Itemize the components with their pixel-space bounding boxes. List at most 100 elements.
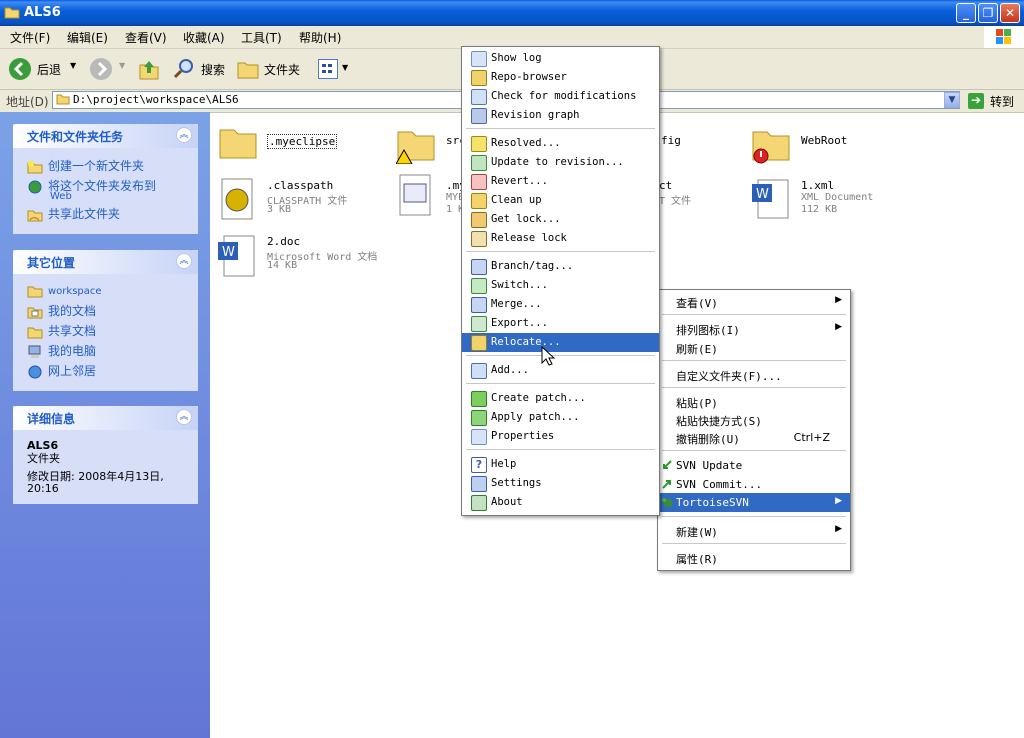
minimize-button[interactable]: _ [956, 3, 976, 23]
svn-relocate[interactable]: Relocate... [462, 333, 659, 352]
collapse-icon[interactable]: ︽ [176, 253, 192, 269]
ctx-customize[interactable]: 自定义文件夹(F)... [658, 365, 850, 384]
task-publish-web-label[interactable]: Web [50, 191, 72, 202]
svn-properties[interactable]: Properties [462, 427, 659, 446]
menu-tools[interactable]: 工具(T) [241, 29, 282, 46]
svn-check-modifications[interactable]: Check for modifications [462, 87, 659, 106]
ctx-view[interactable]: 查看(V) ▶ [658, 292, 850, 311]
go-button[interactable]: 转到 [990, 93, 1014, 110]
ctx-svn-commit[interactable]: SVN Commit... [658, 475, 850, 494]
place-my-documents[interactable]: 我的文档 [27, 302, 96, 319]
svn-revert[interactable]: Revert... [462, 172, 659, 191]
menu-view[interactable]: 查看(V) [125, 29, 167, 46]
ctx-paste[interactable]: 粘贴(P) [658, 392, 850, 411]
ctx-tortoisesvn[interactable]: TortoiseSVN ▶ [658, 493, 850, 512]
menu-favorites[interactable]: 收藏(A) [183, 29, 225, 46]
place-network[interactable]: 网上邻居 [27, 362, 96, 379]
network-globe-icon [27, 365, 43, 379]
svn-branch-tag[interactable]: Branch/tag... [462, 257, 659, 276]
svn-show-log[interactable]: Show log [462, 49, 659, 68]
file-size: 14 KB [267, 260, 298, 271]
svn-revision-graph[interactable]: Revision graph [462, 106, 659, 125]
file-name[interactable]: 2.doc [267, 235, 300, 248]
create-patch-icon [471, 391, 487, 407]
folders-icon[interactable] [236, 57, 260, 81]
branch-icon [471, 259, 487, 275]
revision-graph-icon [471, 108, 487, 124]
folder-icon [4, 5, 20, 19]
file-name[interactable]: fig [661, 134, 681, 147]
up-folder-icon[interactable] [138, 57, 160, 81]
svn-merge[interactable]: Merge... [462, 295, 659, 314]
svn-apply-patch[interactable]: Apply patch... [462, 408, 659, 427]
back-arrow-icon[interactable] [8, 57, 32, 81]
svn-release-lock[interactable]: Release lock [462, 229, 659, 248]
ctx-paste-shortcut[interactable]: 粘贴快捷方式(S) [658, 410, 850, 429]
file-name[interactable]: .classpath [267, 179, 333, 192]
folder-icon[interactable] [218, 122, 258, 162]
chevron-down-icon[interactable]: ▼ [944, 92, 960, 108]
task-share-folder[interactable]: 共享此文件夹 [27, 205, 120, 222]
maximize-button[interactable]: ❐ [978, 3, 998, 23]
forward-dropdown-icon[interactable]: ▼ [119, 61, 125, 70]
svn-add[interactable]: Add... [462, 361, 659, 380]
word-document-icon[interactable]: W [216, 234, 256, 277]
ctx-new[interactable]: 新建(W) ▶ [658, 521, 850, 540]
other-places-panel: 其它位置 ︽ workspace 我的文档 共享文档 我的电脑 网上邻居 [13, 250, 198, 391]
file-name[interactable]: 1.xml [801, 179, 834, 192]
file-size: 112 KB [801, 204, 838, 215]
menu-file[interactable]: 文件(F) [10, 29, 50, 46]
svn-update-revision[interactable]: Update to revision... [462, 153, 659, 172]
conflict-folder-icon[interactable] [751, 124, 791, 164]
folders-button[interactable]: 文件夹 [264, 61, 300, 78]
views-dropdown-icon[interactable]: ▼ [342, 63, 348, 72]
collapse-icon[interactable]: ︽ [176, 409, 192, 425]
address-label: 地址(D) [6, 95, 49, 109]
search-icon[interactable] [172, 57, 196, 81]
task-new-folder[interactable]: 创建一个新文件夹 [27, 157, 144, 174]
place-my-computer[interactable]: 我的电脑 [27, 342, 96, 359]
file-name[interactable]: ct [659, 179, 672, 192]
svn-cleanup[interactable]: Clean up [462, 191, 659, 210]
xml-document-icon[interactable]: W [750, 176, 790, 219]
place-shared-documents[interactable]: 共享文档 [27, 322, 96, 339]
menu-help[interactable]: 帮助(H) [299, 29, 341, 46]
views-icon[interactable] [318, 59, 338, 79]
app-file-icon[interactable] [396, 174, 436, 216]
svn-export[interactable]: Export... [462, 314, 659, 333]
back-dropdown-icon[interactable]: ▼ [70, 61, 76, 70]
back-button[interactable]: 后退 [37, 61, 61, 78]
svn-help[interactable]: ? Help [462, 455, 659, 474]
svn-update-icon [661, 459, 673, 471]
close-button[interactable]: ✕ [1000, 3, 1020, 23]
go-arrow-icon[interactable]: ➔ [968, 93, 984, 109]
file-name[interactable]: .myeclipse [267, 134, 338, 149]
file-name[interactable]: WebRoot [801, 134, 847, 147]
ctx-undo-delete[interactable]: 撤销删除(U) Ctrl+Z [658, 428, 850, 447]
menu-edit[interactable]: 编辑(E) [67, 29, 108, 46]
svn-get-lock[interactable]: Get lock... [462, 210, 659, 229]
forward-arrow-icon[interactable] [89, 57, 113, 81]
place-workspace[interactable]: workspace [27, 284, 102, 298]
svn-resolved[interactable]: Resolved... [462, 134, 659, 153]
svn-switch[interactable]: Switch... [462, 276, 659, 295]
classpath-file-icon[interactable] [218, 178, 258, 220]
panel-header[interactable]: 详细信息 ︽ [13, 406, 198, 430]
svn-repo-browser[interactable]: Repo-browser [462, 68, 659, 87]
svn-settings[interactable]: Settings [462, 474, 659, 493]
warning-folder-icon[interactable] [395, 124, 436, 165]
ctx-svn-update[interactable]: SVN Update [658, 456, 850, 475]
panel-header[interactable]: 其它位置 ︽ [13, 250, 198, 274]
svn-create-patch[interactable]: Create patch... [462, 389, 659, 408]
collapse-icon[interactable]: ︽ [176, 127, 192, 143]
svn-about[interactable]: About [462, 493, 659, 512]
ctx-refresh[interactable]: 刷新(E) [658, 338, 850, 357]
panel-header[interactable]: 文件和文件夹任务 ︽ [13, 124, 198, 148]
ctx-arrange[interactable]: 排列图标(I) ▶ [658, 319, 850, 338]
ctx-properties[interactable]: 属性(R) [658, 548, 850, 567]
chevron-right-icon: ▶ [835, 295, 842, 305]
search-button[interactable]: 搜索 [201, 61, 225, 78]
share-folder-icon [27, 208, 43, 222]
task-publish-web[interactable]: 将这个文件夹发布到 [27, 177, 156, 194]
file-tasks-panel: 文件和文件夹任务 ︽ 创建一个新文件夹 将这个文件夹发布到 Web 共享此文件夹 [13, 124, 198, 234]
